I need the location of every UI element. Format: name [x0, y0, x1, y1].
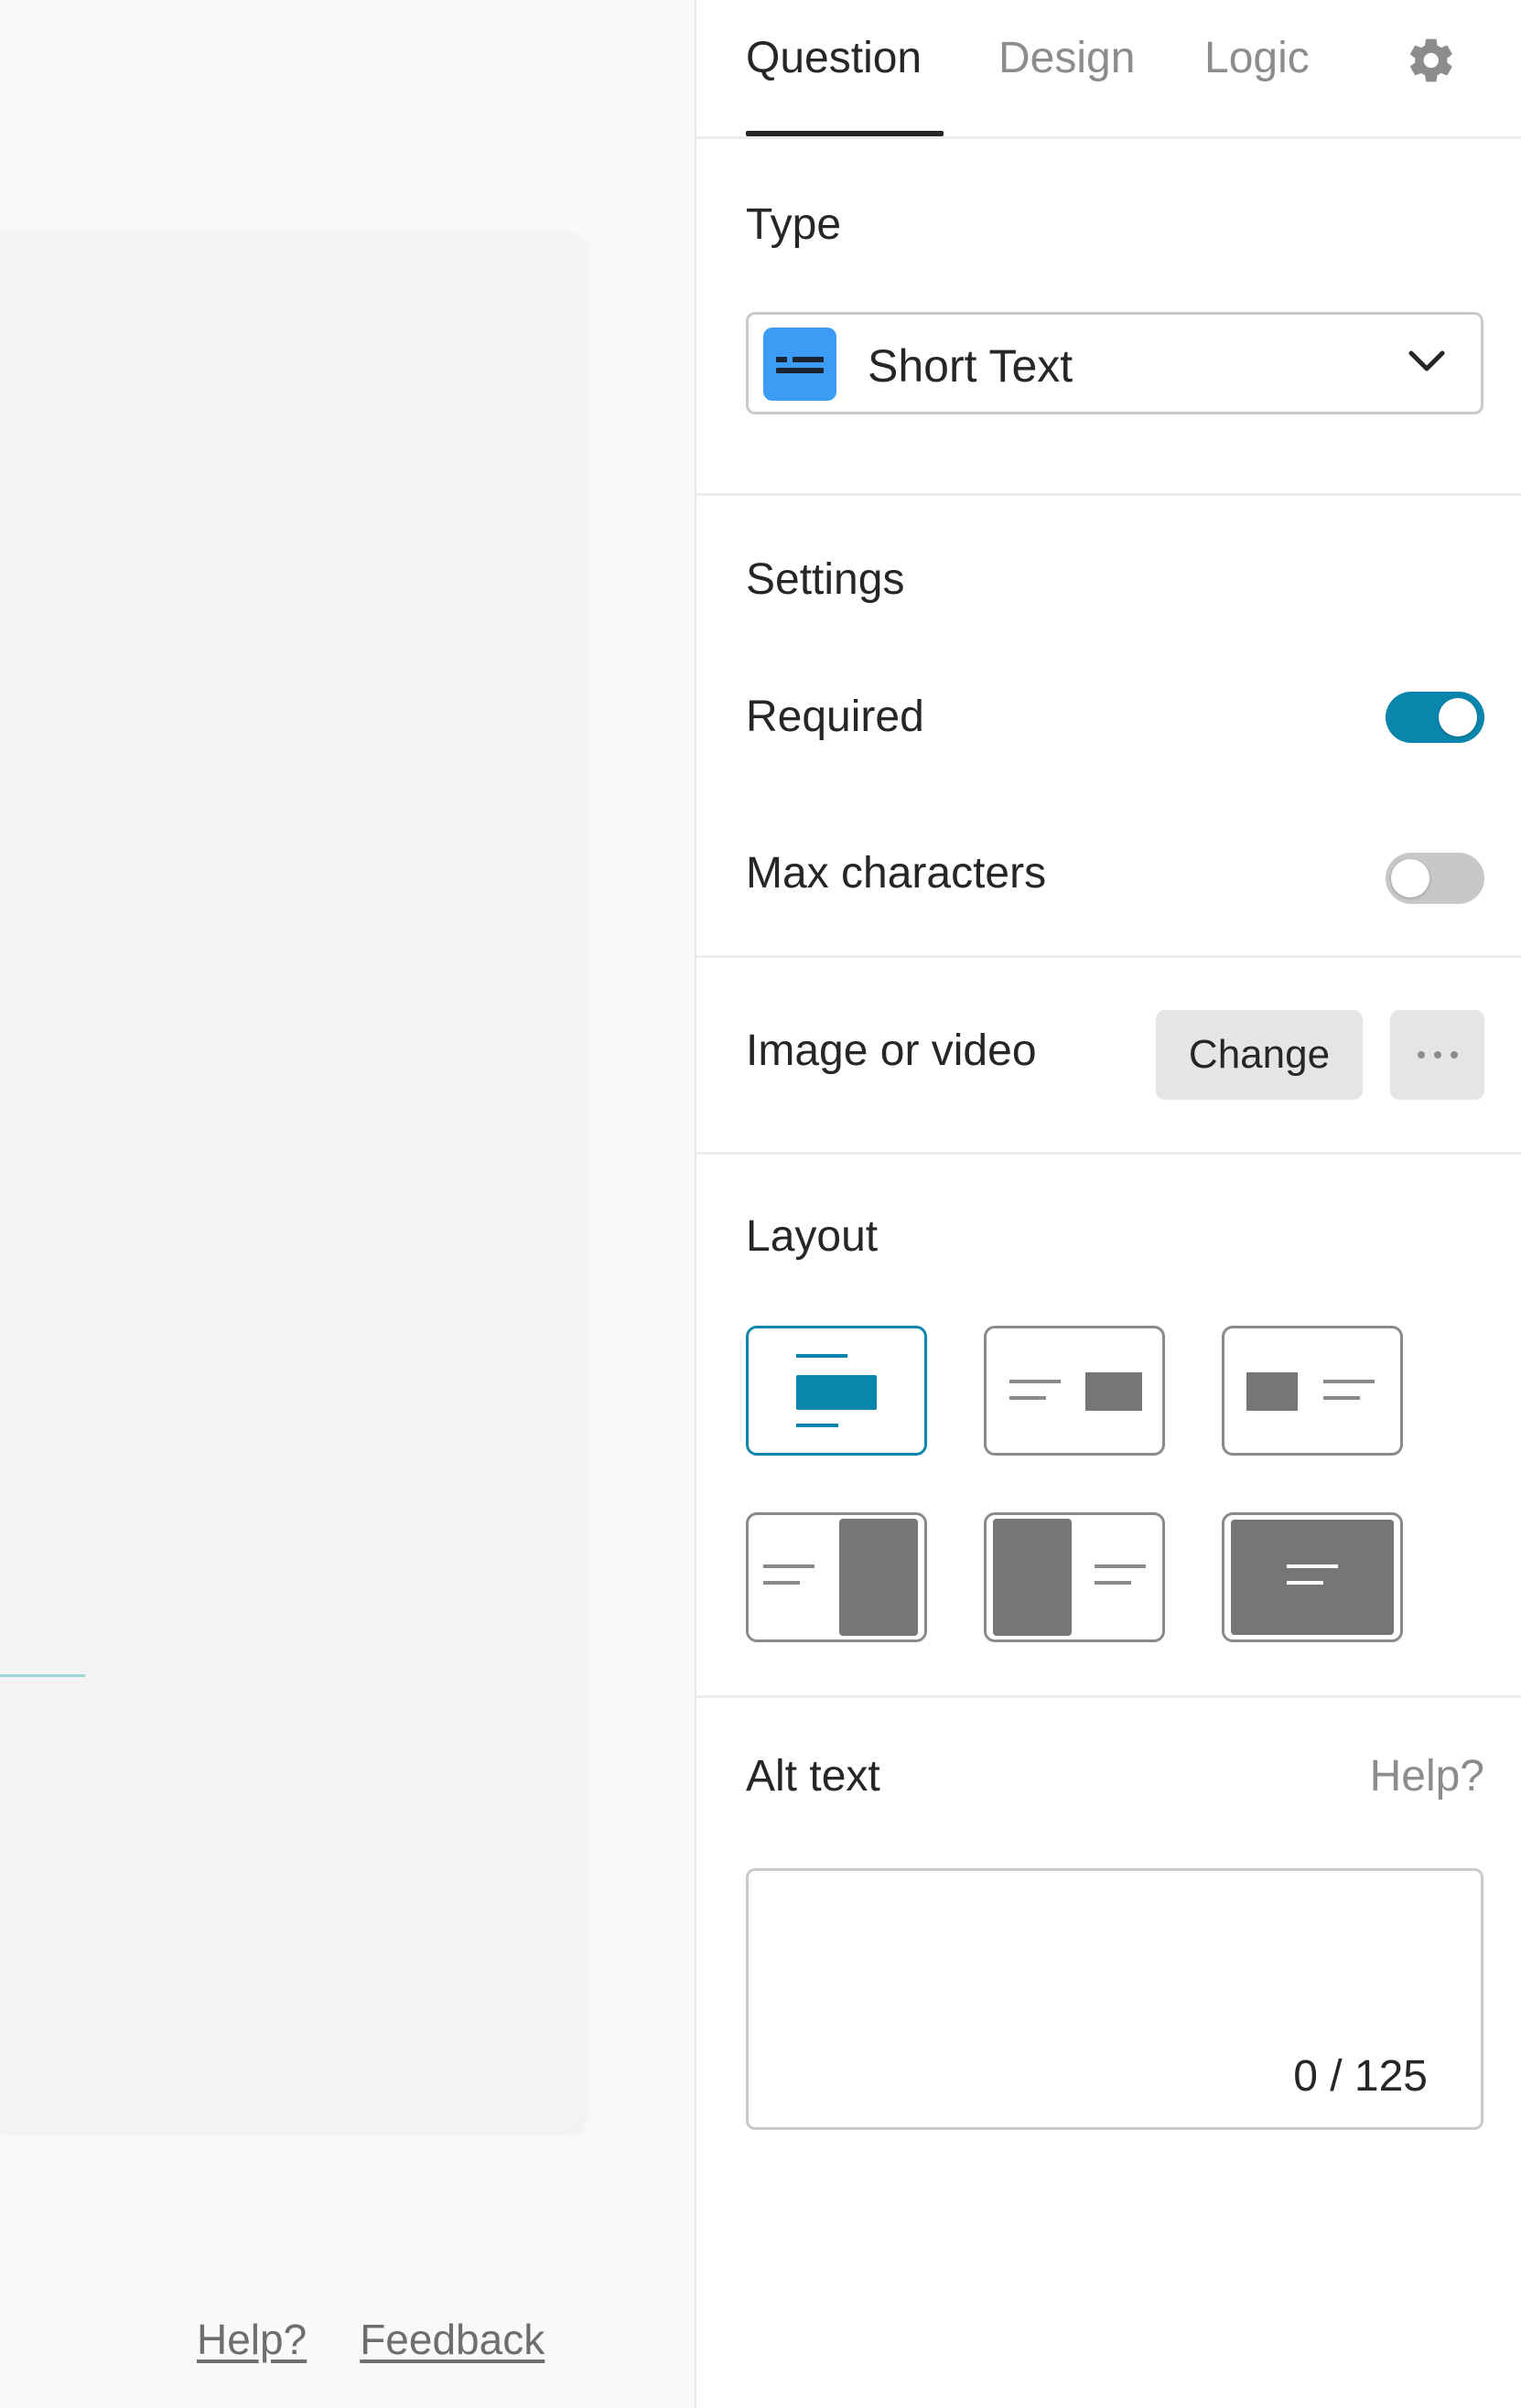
more-horizontal-icon: [1417, 1051, 1458, 1059]
question-settings-panel: Question Design Logic Type Short Text Se…: [695, 0, 1521, 2408]
layout-option-wallpaper[interactable]: [1222, 1512, 1403, 1642]
tab-logic[interactable]: Logic: [1204, 33, 1310, 83]
layout-split-right-full-icon: [763, 1519, 918, 1636]
layout-split-left-full-icon: [993, 1519, 1146, 1636]
layout-stack-icon: [796, 1354, 877, 1427]
chevron-down-icon: [1408, 350, 1445, 371]
layout-option-split-left[interactable]: [1222, 1326, 1403, 1456]
question-type-dropdown[interactable]: Short Text: [746, 312, 1483, 414]
panel-tabs: Question Design Logic: [696, 0, 1521, 139]
alt-text-counter: 0 / 125: [1293, 2052, 1428, 2101]
layout-wallpaper-icon: [1231, 1520, 1394, 1635]
alt-text-input[interactable]: 0 / 125: [746, 1868, 1483, 2130]
max-characters-toggle[interactable]: [1386, 853, 1484, 904]
settings-title: Settings: [746, 555, 905, 604]
settings-section: Settings Required Max characters: [696, 496, 1521, 958]
layout-section: Layout: [696, 1155, 1521, 1698]
toggle-knob: [1391, 859, 1429, 898]
required-toggle[interactable]: [1386, 692, 1484, 743]
active-tab-indicator: [746, 131, 944, 136]
more-options-button[interactable]: [1390, 1010, 1484, 1100]
media-title: Image or video: [746, 1027, 1037, 1075]
toggle-knob: [1439, 698, 1477, 736]
type-section: Type Short Text: [696, 139, 1521, 496]
change-media-button[interactable]: Change: [1156, 1010, 1363, 1100]
feedback-link[interactable]: Feedback: [360, 2315, 545, 2364]
layout-option-split-right[interactable]: [984, 1326, 1165, 1456]
layout-title: Layout: [746, 1212, 879, 1261]
answer-input-underline: [0, 1674, 85, 1677]
max-characters-label: Max characters: [746, 849, 1047, 898]
media-section: Image or video Change: [696, 958, 1521, 1155]
alt-text-section: Alt text Help? 0 / 125: [696, 1698, 1521, 2408]
tab-question[interactable]: Question: [746, 33, 922, 83]
tab-design[interactable]: Design: [998, 33, 1135, 83]
footer-links: Help? Feedback: [197, 2315, 545, 2364]
layout-option-stack-top[interactable]: [746, 1326, 927, 1456]
question-preview-card[interactable]: [0, 233, 586, 2132]
type-title: Type: [746, 200, 842, 249]
form-canvas: Help? Feedback: [0, 0, 695, 2408]
alt-text-help-link[interactable]: Help?: [1370, 1751, 1484, 1801]
layout-split-left-icon: [1246, 1372, 1375, 1411]
selected-type-label: Short Text: [868, 340, 1073, 392]
gear-icon[interactable]: [1406, 35, 1457, 86]
help-link[interactable]: Help?: [197, 2315, 307, 2364]
layout-split-right-icon: [1009, 1372, 1142, 1411]
layout-option-split-left-full[interactable]: [984, 1512, 1165, 1642]
short-text-icon: [763, 328, 836, 401]
required-label: Required: [746, 693, 924, 741]
alt-text-title: Alt text: [746, 1752, 880, 1801]
layout-option-split-right-full[interactable]: [746, 1512, 927, 1642]
